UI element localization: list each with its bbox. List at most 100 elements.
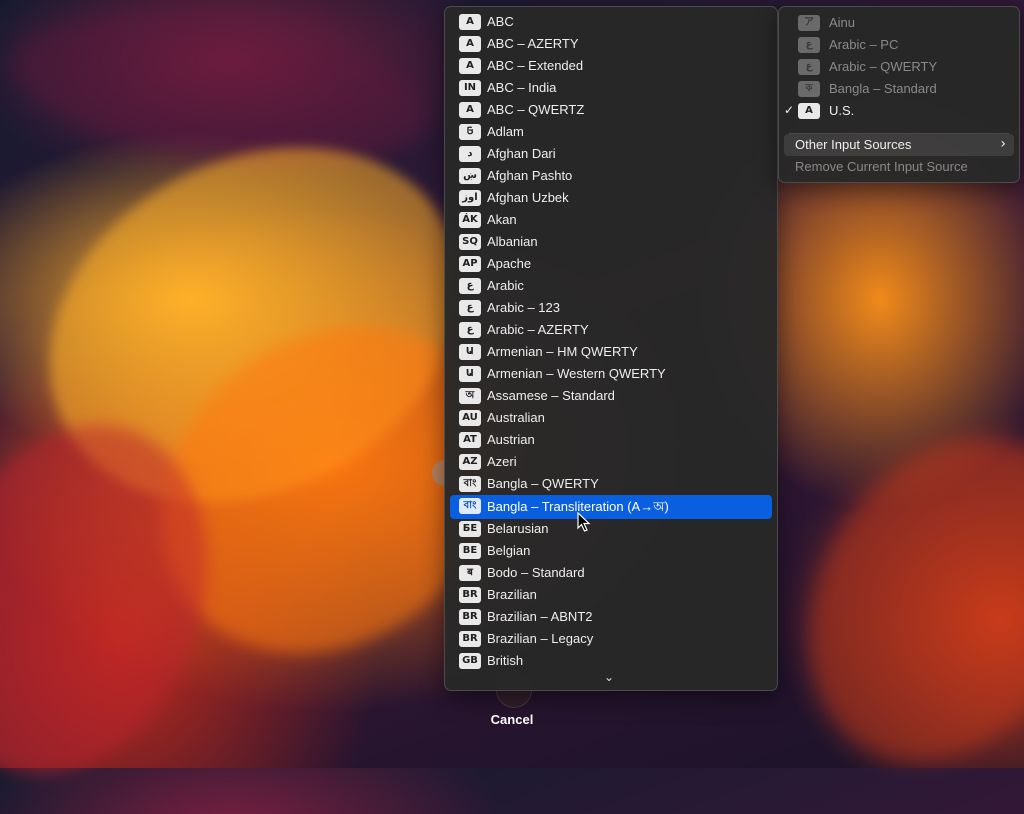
input-source-item: ア Ainu bbox=[784, 12, 1014, 34]
input-source-flag-icon: ښ bbox=[459, 168, 481, 184]
list-item[interactable]: Ա Armenian – Western QWERTY bbox=[450, 363, 772, 385]
list-item-label: Albanian bbox=[487, 234, 538, 249]
input-source-label: Bangla – Standard bbox=[829, 81, 937, 96]
input-source-flag-icon: ক bbox=[798, 81, 820, 97]
input-source-flag-icon: ع bbox=[459, 278, 481, 294]
list-item-label: Bangla – Transliteration (A→অ) bbox=[487, 499, 669, 514]
input-source-flag-icon: ع bbox=[459, 300, 481, 316]
input-source-flag-icon: AP bbox=[459, 256, 481, 272]
scroll-down-chevron-icon[interactable]: ⌄ bbox=[599, 669, 619, 685]
list-item-label: Apache bbox=[487, 256, 532, 271]
input-source-flag-icon: Ա bbox=[459, 366, 481, 382]
list-item[interactable]: বাং Bangla – Transliteration (A→অ) bbox=[450, 495, 772, 519]
input-source-flag-icon: ब bbox=[459, 565, 481, 581]
list-item[interactable]: AZ Azeri bbox=[450, 451, 772, 473]
input-source-flag-icon: IN bbox=[459, 80, 481, 96]
list-item-label: Arabic bbox=[487, 278, 524, 293]
list-item[interactable]: অ Assamese – Standard bbox=[450, 385, 772, 407]
input-source-flag-icon: GB bbox=[459, 653, 481, 669]
input-source-item: ক Bangla – Standard bbox=[784, 78, 1014, 100]
list-item[interactable]: Ա Armenian – HM QWERTY bbox=[450, 341, 772, 363]
input-sources-list-menu[interactable]: A ABC A ABC – AZERTY A ABC – Extended IN ABC – … bbox=[444, 6, 778, 691]
input-source-flag-icon: اوز bbox=[459, 190, 481, 206]
input-source-flag-icon: SQ bbox=[459, 234, 481, 250]
list-item-label: ABC – India bbox=[487, 80, 557, 95]
wallpaper-shape bbox=[752, 387, 1024, 813]
remove-input-source-item: Remove Current Input Source bbox=[784, 156, 1014, 178]
list-item[interactable]: A ABC – QWERTZ bbox=[450, 99, 772, 121]
list-item[interactable]: БЕ Belarusian bbox=[450, 518, 772, 540]
input-source-flag-icon: BR bbox=[459, 587, 481, 603]
list-item[interactable]: ÁK Akan bbox=[450, 209, 772, 231]
list-item[interactable]: ښ Afghan Pashto bbox=[450, 165, 772, 187]
list-item-label: Belarusian bbox=[487, 521, 549, 536]
list-item[interactable]: AT Austrian bbox=[450, 429, 772, 451]
list-item-label: Brazilian – Legacy bbox=[487, 631, 594, 646]
list-item-label: Australian bbox=[487, 410, 545, 425]
list-item[interactable]: BE Belgian bbox=[450, 540, 772, 562]
input-source-flag-icon: د bbox=[459, 146, 481, 162]
list-item-label: Brazilian bbox=[487, 587, 537, 602]
list-item[interactable]: د Afghan Dari bbox=[450, 143, 772, 165]
list-item-label: ABC bbox=[487, 14, 514, 29]
cancel-button[interactable]: Cancel bbox=[470, 712, 554, 727]
list-item[interactable]: ع Arabic – AZERTY bbox=[450, 319, 772, 341]
input-source-flag-icon: BR bbox=[459, 609, 481, 625]
list-item[interactable]: A ABC bbox=[450, 11, 772, 33]
list-item[interactable]: BR Brazilian bbox=[450, 584, 772, 606]
list-item-label: Brazilian – ABNT2 bbox=[487, 609, 593, 624]
input-source-flag-icon: A bbox=[459, 36, 481, 52]
other-input-sources-label: Other Input Sources bbox=[795, 137, 912, 152]
list-item-label: Arabic – 123 bbox=[487, 300, 560, 315]
input-source-flag-icon: A bbox=[459, 14, 481, 30]
input-source-flag-icon: বাং bbox=[459, 476, 481, 492]
list-item-label: Arabic – AZERTY bbox=[487, 322, 589, 337]
input-source-flag-icon: A bbox=[459, 102, 481, 118]
list-item-label: Bodo – Standard bbox=[487, 565, 585, 580]
list-item[interactable]: BR Brazilian – ABNT2 bbox=[450, 606, 772, 628]
list-item[interactable]: 𞤀 Adlam bbox=[450, 121, 772, 143]
list-item-label: ABC – QWERTZ bbox=[487, 102, 585, 117]
input-source-flag-icon: Ա bbox=[459, 344, 481, 360]
input-source-flag-icon: ع bbox=[798, 37, 820, 53]
input-source-label: Ainu bbox=[829, 15, 856, 30]
input-source-flag-icon: বাং bbox=[459, 498, 481, 514]
list-item[interactable]: اوز Afghan Uzbek bbox=[450, 187, 772, 209]
list-item[interactable]: ब Bodo – Standard bbox=[450, 562, 772, 584]
list-item[interactable]: বাং Bangla – QWERTY bbox=[450, 473, 772, 495]
input-source-label: Arabic – PC bbox=[829, 37, 899, 52]
list-item-label: Austrian bbox=[487, 432, 535, 447]
list-item-label: ABC – Extended bbox=[487, 58, 584, 73]
list-item[interactable]: ع Arabic – 123 bbox=[450, 297, 772, 319]
wallpaper-shape bbox=[0, 386, 254, 814]
input-source-flag-icon: অ bbox=[459, 388, 481, 404]
list-item[interactable]: A ABC – Extended bbox=[450, 55, 772, 77]
input-source-item: ع Arabic – QWERTY bbox=[784, 56, 1014, 78]
list-item[interactable]: AU Australian bbox=[450, 407, 772, 429]
list-item[interactable]: AP Apache bbox=[450, 253, 772, 275]
list-item-label: Akan bbox=[487, 212, 517, 227]
list-item[interactable]: ع Arabic bbox=[450, 275, 772, 297]
list-item-label: Afghan Dari bbox=[487, 146, 556, 161]
input-source-item[interactable]: ✓ A U.S. bbox=[784, 100, 1014, 122]
list-item[interactable]: IN ABC – India bbox=[450, 77, 772, 99]
list-item-label: ABC – AZERTY bbox=[487, 36, 579, 51]
input-source-flag-icon: AT bbox=[459, 432, 481, 448]
input-source-flag-icon: AZ bbox=[459, 454, 481, 470]
wallpaper-shape bbox=[2, 0, 438, 189]
list-item[interactable]: SQ Albanian bbox=[450, 231, 772, 253]
input-menu[interactable]: ア Ainu ع Arabic – PC ع Arabic – QWERTY ক Bangla… bbox=[778, 6, 1020, 183]
list-item-label: Armenian – HM QWERTY bbox=[487, 344, 638, 359]
chevron-right-icon: › bbox=[1000, 136, 1006, 152]
input-source-flag-icon: ع bbox=[459, 322, 481, 338]
input-source-flag-icon: BE bbox=[459, 543, 481, 559]
list-item-label: Azeri bbox=[487, 454, 517, 469]
list-item-label: Armenian – Western QWERTY bbox=[487, 366, 666, 381]
input-source-label: Arabic – QWERTY bbox=[829, 59, 938, 74]
input-source-flag-icon: ア bbox=[798, 15, 820, 31]
input-source-flag-icon: A bbox=[459, 58, 481, 74]
other-input-sources-item[interactable]: Other Input Sources › bbox=[784, 134, 1014, 156]
input-source-flag-icon: ع bbox=[798, 59, 820, 75]
list-item[interactable]: BR Brazilian – Legacy bbox=[450, 628, 772, 650]
list-item[interactable]: A ABC – AZERTY bbox=[450, 33, 772, 55]
